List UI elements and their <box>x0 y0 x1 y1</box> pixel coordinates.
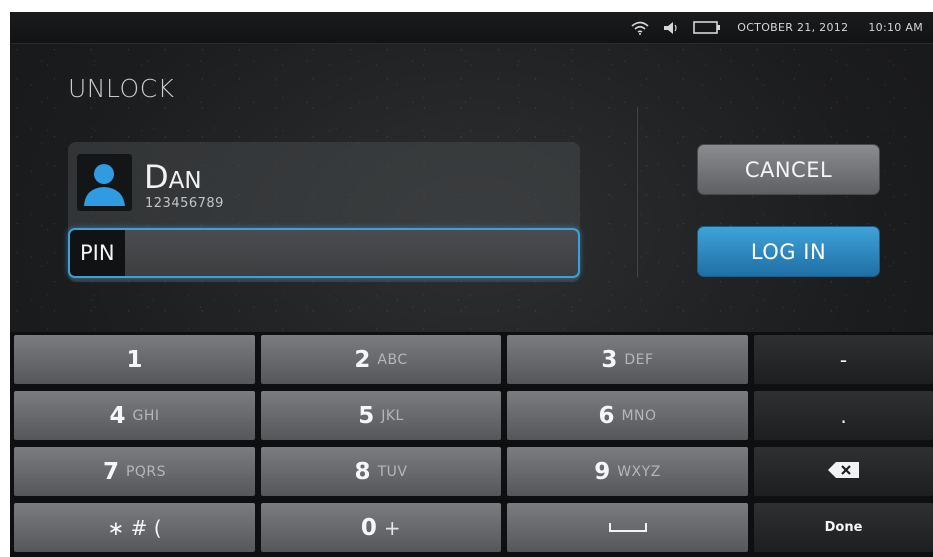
key-2[interactable]: 2 ABC <box>261 335 501 384</box>
person-icon <box>77 154 132 211</box>
key-backspace[interactable] <box>754 447 933 496</box>
volume-icon <box>663 21 679 35</box>
page-title: UNLOCK <box>68 74 175 103</box>
user-name: DAN <box>144 161 202 196</box>
pin-input[interactable] <box>124 230 578 276</box>
key-done[interactable]: Done <box>754 503 933 552</box>
key-6[interactable]: 6 MNO <box>507 391 748 440</box>
key-7[interactable]: 7 PQRS <box>14 447 255 496</box>
pin-field[interactable]: PIN <box>68 228 580 278</box>
key-1[interactable]: 1 <box>14 335 255 384</box>
login-button[interactable]: LOG IN <box>697 226 880 277</box>
backspace-icon <box>827 461 861 483</box>
key-space[interactable] <box>507 503 748 552</box>
divider <box>637 107 638 277</box>
status-bar: OCTOBER 21, 2012 10:10 AM <box>10 12 933 44</box>
key-5[interactable]: 5 JKL <box>261 391 501 440</box>
key-dash[interactable]: - <box>754 335 933 384</box>
numeric-keypad: 1 2 ABC 3 DEF - 4 GHI 5 JKL 6 MNO . 7 PQRS 8 TU… <box>10 332 933 557</box>
status-time: 10:10 AM <box>868 21 923 34</box>
user-name-rest: AN <box>168 168 202 194</box>
tablet-screen: OCTOBER 21, 2012 10:10 AM UNLOCK DAN 123… <box>10 12 933 557</box>
user-card: DAN 123456789 PIN <box>68 142 580 282</box>
key-9[interactable]: 9 WXYZ <box>507 447 748 496</box>
key-8[interactable]: 8 TUV <box>261 447 501 496</box>
key-4[interactable]: 4 GHI <box>14 391 255 440</box>
cancel-button[interactable]: CANCEL <box>697 144 880 195</box>
key-symbols[interactable]: ∗ # ( <box>14 503 255 552</box>
wifi-icon <box>631 21 649 35</box>
user-name-initial: D <box>144 158 169 196</box>
key-0[interactable]: 0 + <box>261 503 501 552</box>
user-id: 123456789 <box>145 196 224 211</box>
battery-icon <box>693 21 721 34</box>
pin-label: PIN <box>70 230 125 276</box>
space-icon <box>608 518 647 537</box>
key-3[interactable]: 3 DEF <box>507 335 748 384</box>
status-date: OCTOBER 21, 2012 <box>737 21 849 34</box>
key-period[interactable]: . <box>754 391 933 440</box>
